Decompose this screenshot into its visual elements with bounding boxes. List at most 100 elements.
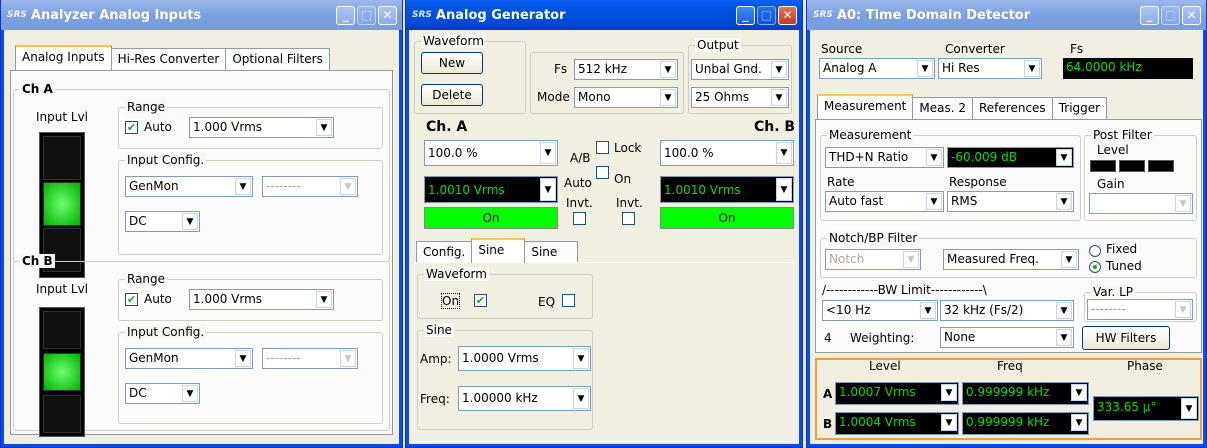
tab-config[interactable]: Config.	[416, 241, 473, 263]
ch-b-range-select[interactable]: 1.000 Vrms ▼	[189, 289, 334, 310]
eq-checkbox[interactable]	[562, 294, 575, 307]
chevron-down-icon: ▼	[573, 388, 589, 409]
freq-b-select[interactable]: 0.999999 kHz ▼	[962, 412, 1089, 435]
ch-a-config-select[interactable]: GenMon ▼	[125, 176, 253, 197]
ch-a-voltage-value: 1.0010 Vrms	[428, 183, 505, 197]
waveform-on-checkbox[interactable]: ✔	[474, 294, 487, 307]
level-b-select[interactable]: 1.0004 Vrms ▼	[835, 412, 959, 435]
converter-select[interactable]: Hi Res ▼	[938, 58, 1042, 79]
bw-limit-label: /------------BW Limit------------\	[822, 283, 987, 297]
measurement-reading[interactable]: -60.009 dB ▼	[947, 147, 1074, 168]
tab-meas-2[interactable]: Meas. 2	[912, 97, 973, 119]
chevron-down-icon: ▼	[771, 89, 787, 106]
measurement-select[interactable]: THD+N Ratio ▼	[825, 147, 944, 168]
output-impedance-select[interactable]: 25 Ohms ▼	[691, 87, 789, 108]
tuned-radio[interactable]	[1089, 261, 1101, 273]
ch-b-voltage-select[interactable]: 1.0010 Vrms ▼	[660, 176, 794, 203]
ch-a-invert-checkbox[interactable]	[573, 212, 586, 225]
output-ground-select[interactable]: Unbal Gnd. ▼	[691, 59, 789, 80]
weighting-select[interactable]: None ▼	[940, 327, 1074, 348]
ch-b-config-select[interactable]: GenMon ▼	[125, 348, 253, 369]
measured-freq-select[interactable]: Measured Freq. ▼	[943, 249, 1079, 270]
minimize-icon[interactable]: _	[1140, 5, 1159, 25]
range-label: Range	[125, 100, 168, 114]
ch-b-coupling-select[interactable]: DC ▼	[125, 383, 200, 404]
ch-b-range-group: Range ✔ Auto 1.000 Vrms ▼	[118, 272, 383, 321]
bw-high-value: 32 kHz (Fs/2)	[944, 303, 1024, 317]
close-icon[interactable]: ✕	[1182, 5, 1201, 25]
fs-select[interactable]: 512 kHz ▼	[574, 59, 678, 80]
close-icon[interactable]: ✕	[778, 5, 797, 25]
ch-b-voltage-value: 1.0010 Vrms	[664, 183, 741, 197]
ch-a-on-button[interactable]: On	[424, 207, 558, 229]
coupling-value: DC	[129, 214, 147, 228]
measurement-label: Measurement	[827, 128, 914, 142]
window-title: Analog Generator	[435, 7, 566, 23]
post-filter-led-1	[1090, 160, 1116, 172]
weighting-label: Weighting:	[850, 331, 915, 345]
ch-b-on-button[interactable]: On	[660, 207, 794, 229]
post-filter-label: Post Filter	[1091, 128, 1154, 142]
hw-filters-button[interactable]: HW Filters	[1082, 326, 1170, 350]
tab-sine-1[interactable]: Sine	[471, 238, 526, 263]
tab-references[interactable]: References	[972, 97, 1053, 119]
phase-select[interactable]: 333.65 µ° ▼	[1093, 396, 1199, 421]
source-select[interactable]: Analog A ▼	[819, 58, 935, 79]
delete-button[interactable]: Delete	[421, 84, 483, 106]
chevron-down-icon: ▼	[235, 178, 251, 195]
eq-label: EQ	[538, 295, 556, 309]
bw-low-select[interactable]: <10 Hz ▼	[822, 300, 938, 321]
response-select[interactable]: RMS ▼	[947, 191, 1074, 212]
fixed-label: Fixed	[1106, 242, 1138, 256]
chevron-down-icon: ▼	[540, 178, 556, 201]
ch-a-group: Ch A Input Lvl Range ✔ Auto 1.000 Vrms ▼ …	[13, 82, 390, 278]
row-b-label: B	[823, 417, 833, 431]
tab-measurement[interactable]: Measurement	[817, 94, 914, 119]
frequency-value: 1.00000 kHz	[462, 391, 538, 405]
title-bar[interactable]: SRS A0: Time Domain Detector _ □ ✕	[807, 0, 1206, 30]
ch-a-percent-select[interactable]: 100.0 % ▼	[424, 140, 558, 166]
ch-b-invert-checkbox[interactable]	[622, 212, 635, 225]
mode-select[interactable]: Mono ▼	[574, 87, 678, 108]
tab-optional-filters[interactable]: Optional Filters	[225, 48, 330, 70]
chevron-down-icon: ▼	[1061, 251, 1077, 268]
title-bar[interactable]: SRS Analyzer Analog Inputs _ □ ✕	[1, 0, 402, 30]
freq-a-select[interactable]: 0.999999 kHz ▼	[962, 382, 1089, 405]
rate-select[interactable]: Auto fast ▼	[825, 191, 944, 212]
chevron-down-icon: ▼	[660, 61, 676, 78]
tab-analog-inputs[interactable]: Analog Inputs	[15, 45, 112, 70]
auto-on-checkbox[interactable]	[596, 166, 609, 179]
fs-label: Fs	[554, 62, 568, 76]
source-value: Analog A	[823, 61, 877, 75]
tab-sine-2[interactable]: Sine	[524, 241, 579, 263]
chevron-down-icon: ▼	[771, 61, 787, 78]
chevron-down-icon: ▼	[920, 302, 936, 319]
minimize-icon[interactable]: _	[736, 5, 755, 25]
amplitude-select[interactable]: 1.0000 Vrms ▼	[458, 346, 591, 371]
new-button[interactable]: New	[421, 52, 483, 74]
ch-b-percent-select[interactable]: 100.0 % ▼	[660, 140, 794, 166]
output-group: Output Unbal Gnd. ▼ 25 Ohms ▼	[688, 38, 792, 114]
readout-area: Level Freq Phase A B 1.0007 Vrms ▼ 0.9999…	[815, 358, 1202, 440]
ch-a-auto-checkbox[interactable]: ✔	[125, 121, 138, 134]
fixed-radio[interactable]	[1089, 245, 1101, 257]
converter-label: Converter	[945, 42, 1005, 56]
minimize-icon[interactable]: _	[336, 5, 355, 25]
lock-checkbox[interactable]	[596, 141, 609, 154]
tab-hi-res-converter[interactable]: Hi-Res Converter	[110, 48, 227, 70]
title-bar[interactable]: SRS Analog Generator _ □ ✕	[406, 0, 802, 30]
level-a-select[interactable]: 1.0007 Vrms ▼	[835, 382, 959, 405]
bw-high-select[interactable]: 32 kHz (Fs/2) ▼	[940, 300, 1074, 321]
level-b-value: 1.0004 Vrms	[839, 415, 916, 429]
ch-a-range-select[interactable]: 1.000 Vrms ▼	[189, 117, 334, 138]
ch-b-auto-checkbox[interactable]: ✔	[125, 293, 138, 306]
ch-a-voltage-select[interactable]: 1.0010 Vrms ▼	[424, 176, 558, 203]
frequency-select[interactable]: 1.00000 kHz ▼	[458, 386, 591, 411]
ch-b-title: Ch B	[20, 254, 55, 268]
close-icon[interactable]: ✕	[378, 5, 397, 25]
ch-a-coupling-select[interactable]: DC ▼	[125, 211, 200, 232]
response-label: Response	[949, 175, 1007, 189]
chevron-down-icon: ▼	[941, 384, 957, 401]
tab-trigger[interactable]: Trigger	[1051, 97, 1108, 119]
phase-value: 333.65 µ°	[1097, 400, 1157, 414]
